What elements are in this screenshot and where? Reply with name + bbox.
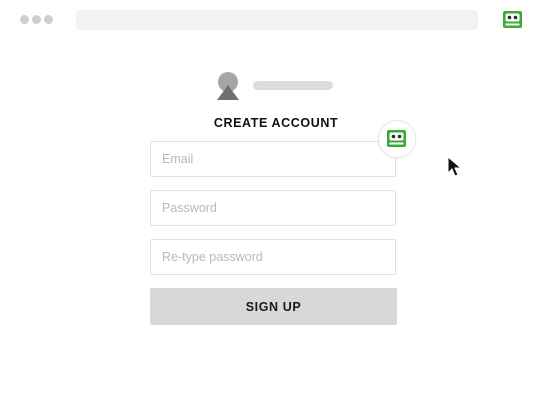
- address-bar[interactable]: [76, 10, 478, 30]
- password-field[interactable]: [150, 190, 396, 226]
- mouse-cursor-icon: [447, 155, 465, 178]
- username-placeholder-bar: [253, 81, 333, 90]
- email-field[interactable]: [150, 141, 396, 177]
- window-close-dot[interactable]: [20, 15, 29, 24]
- form-title: CREATE ACCOUNT: [213, 116, 339, 130]
- window-maximize-dot[interactable]: [44, 15, 53, 24]
- retype-password-field[interactable]: [150, 239, 396, 275]
- browser-window: CREATE ACCOUNT SIGN UP: [0, 0, 540, 408]
- roboform-autofill-bubble[interactable]: [378, 120, 416, 158]
- roboform-icon: [387, 130, 406, 147]
- roboform-extension-icon[interactable]: [503, 11, 522, 28]
- user-avatar-icon: [216, 72, 240, 100]
- sign-up-button[interactable]: SIGN UP: [150, 288, 397, 325]
- window-minimize-dot[interactable]: [32, 15, 41, 24]
